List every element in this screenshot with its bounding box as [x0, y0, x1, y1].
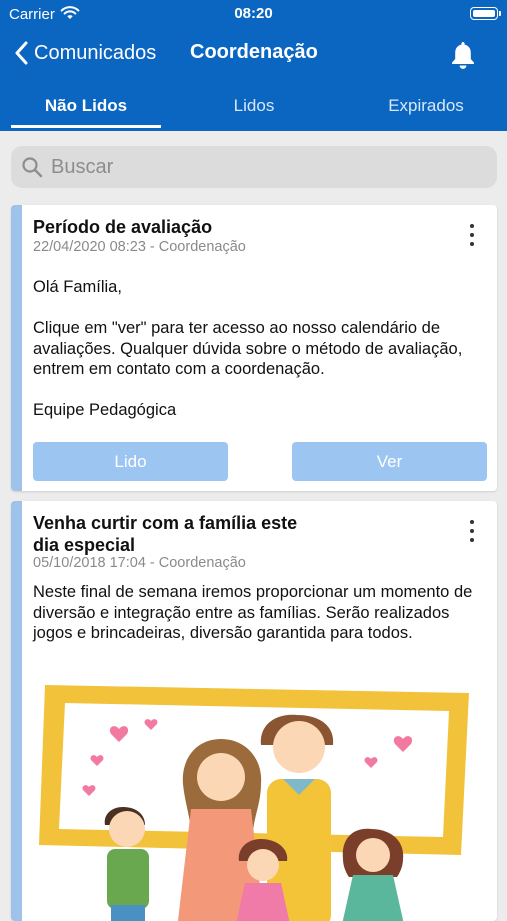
message-body: Neste final de semana iremos proporciona…	[33, 583, 473, 642]
search-icon	[22, 157, 43, 178]
chevron-left-icon	[15, 41, 28, 65]
search-bar	[11, 146, 497, 188]
battery-icon	[470, 7, 501, 20]
mark-read-button[interactable]: Lido	[33, 442, 228, 481]
unread-indicator-bar	[11, 205, 22, 491]
app-header: Carrier 08:20 Comunicados Coordenação Nã…	[0, 0, 507, 131]
message-meta: 22/04/2020 08:23 - Coordenação	[33, 239, 246, 255]
message-title: Período de avaliação	[33, 217, 213, 237]
tab-expirados[interactable]: Expirados	[350, 86, 502, 131]
tab-lidos[interactable]: Lidos	[179, 86, 329, 131]
back-button[interactable]: Comunicados	[14, 36, 156, 70]
status-bar: Carrier 08:20	[0, 0, 507, 30]
page-title: Coordenação	[190, 41, 318, 63]
message-body: Olá Família, Clique em "ver" para ter ac…	[33, 278, 463, 419]
back-label: Comunicados	[34, 41, 157, 64]
active-tab-indicator	[11, 125, 161, 128]
search-input[interactable]	[49, 154, 473, 180]
message-title-line-1: Venha curtir com a família este	[33, 513, 298, 533]
navigation-bar: Comunicados Coordenação	[0, 36, 507, 72]
message-title-line-2: dia especial	[33, 535, 136, 555]
message-card[interactable]: Período de avaliação 22/04/2020 08:23 - …	[11, 205, 497, 491]
message-card[interactable]: Venha curtir com a família este dia espe…	[11, 501, 497, 921]
view-button[interactable]: Ver	[292, 442, 487, 481]
bell-icon[interactable]	[449, 40, 477, 70]
message-meta: 05/10/2018 17:04 - Coordenação	[33, 555, 246, 571]
unread-indicator-bar	[11, 501, 22, 921]
more-options-icon[interactable]	[463, 222, 481, 248]
family-illustration	[39, 685, 469, 921]
more-options-icon[interactable]	[463, 518, 481, 544]
message-title: Venha curtir com a família este dia espe…	[33, 512, 297, 556]
status-time: 08:20	[234, 5, 273, 22]
